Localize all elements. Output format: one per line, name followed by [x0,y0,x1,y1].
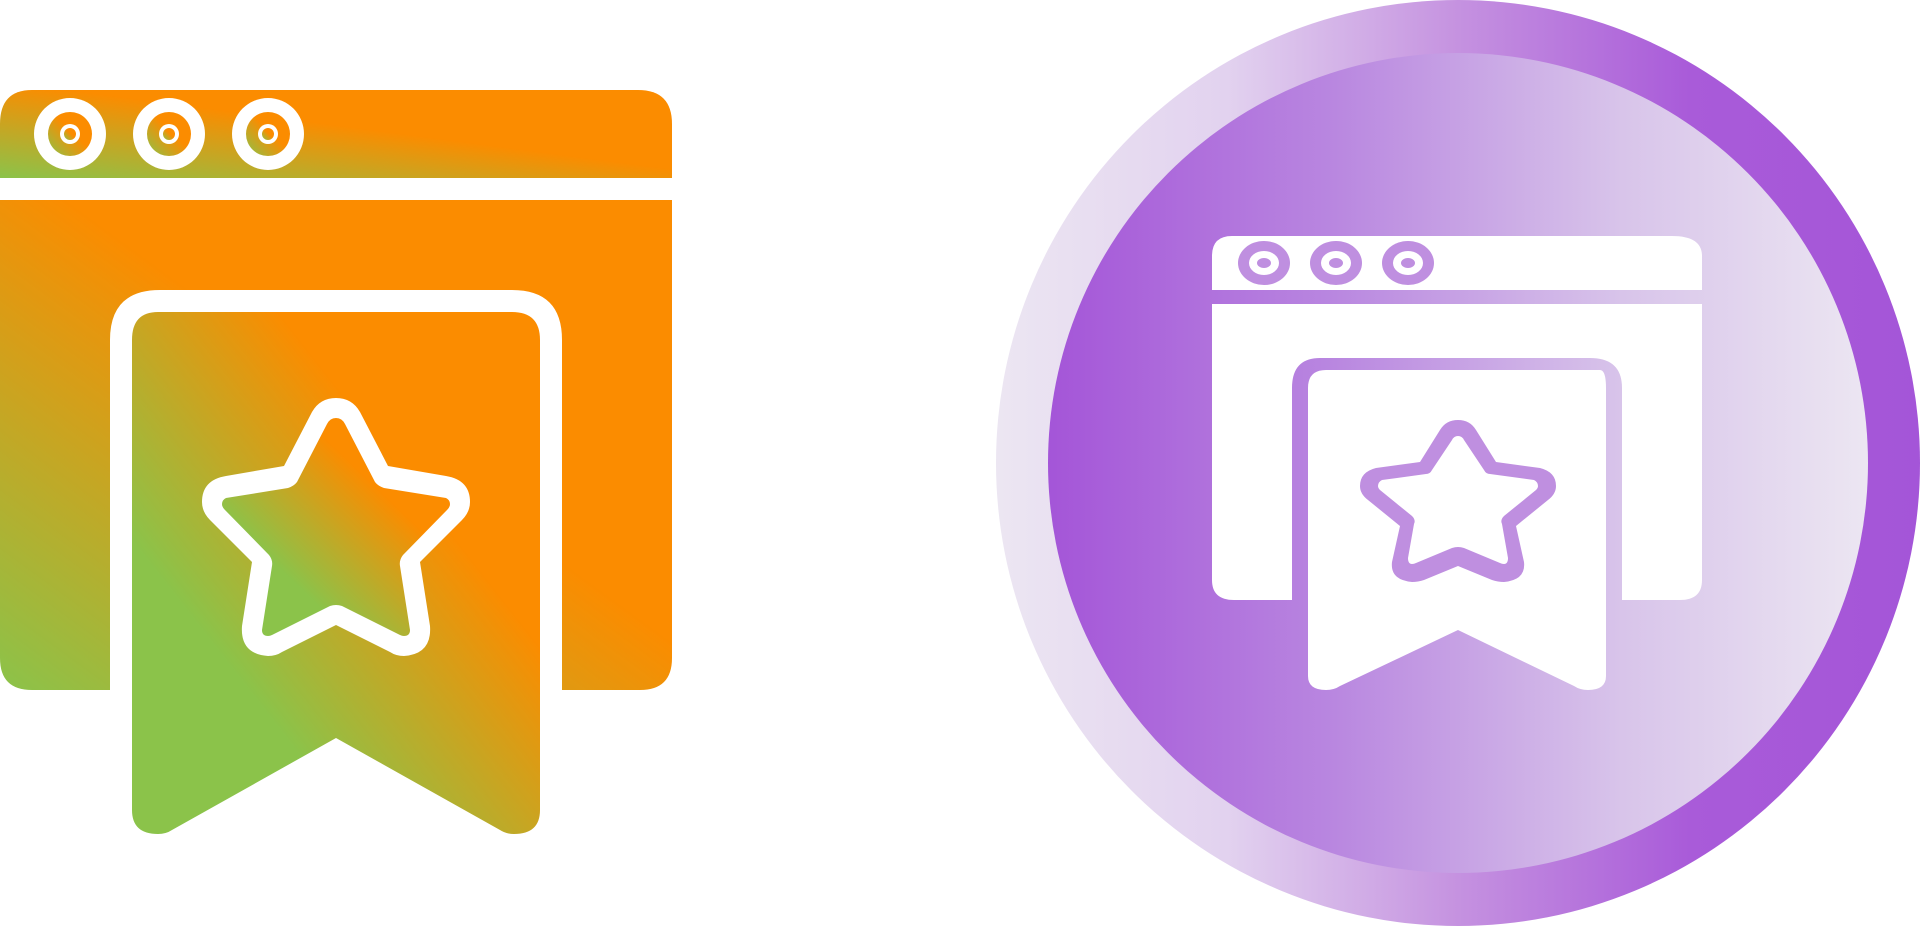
bookmark-browser-gradient-icon [0,0,680,926]
icon-canvas [0,0,1920,926]
bookmark-browser-circle-icon [990,0,1920,926]
